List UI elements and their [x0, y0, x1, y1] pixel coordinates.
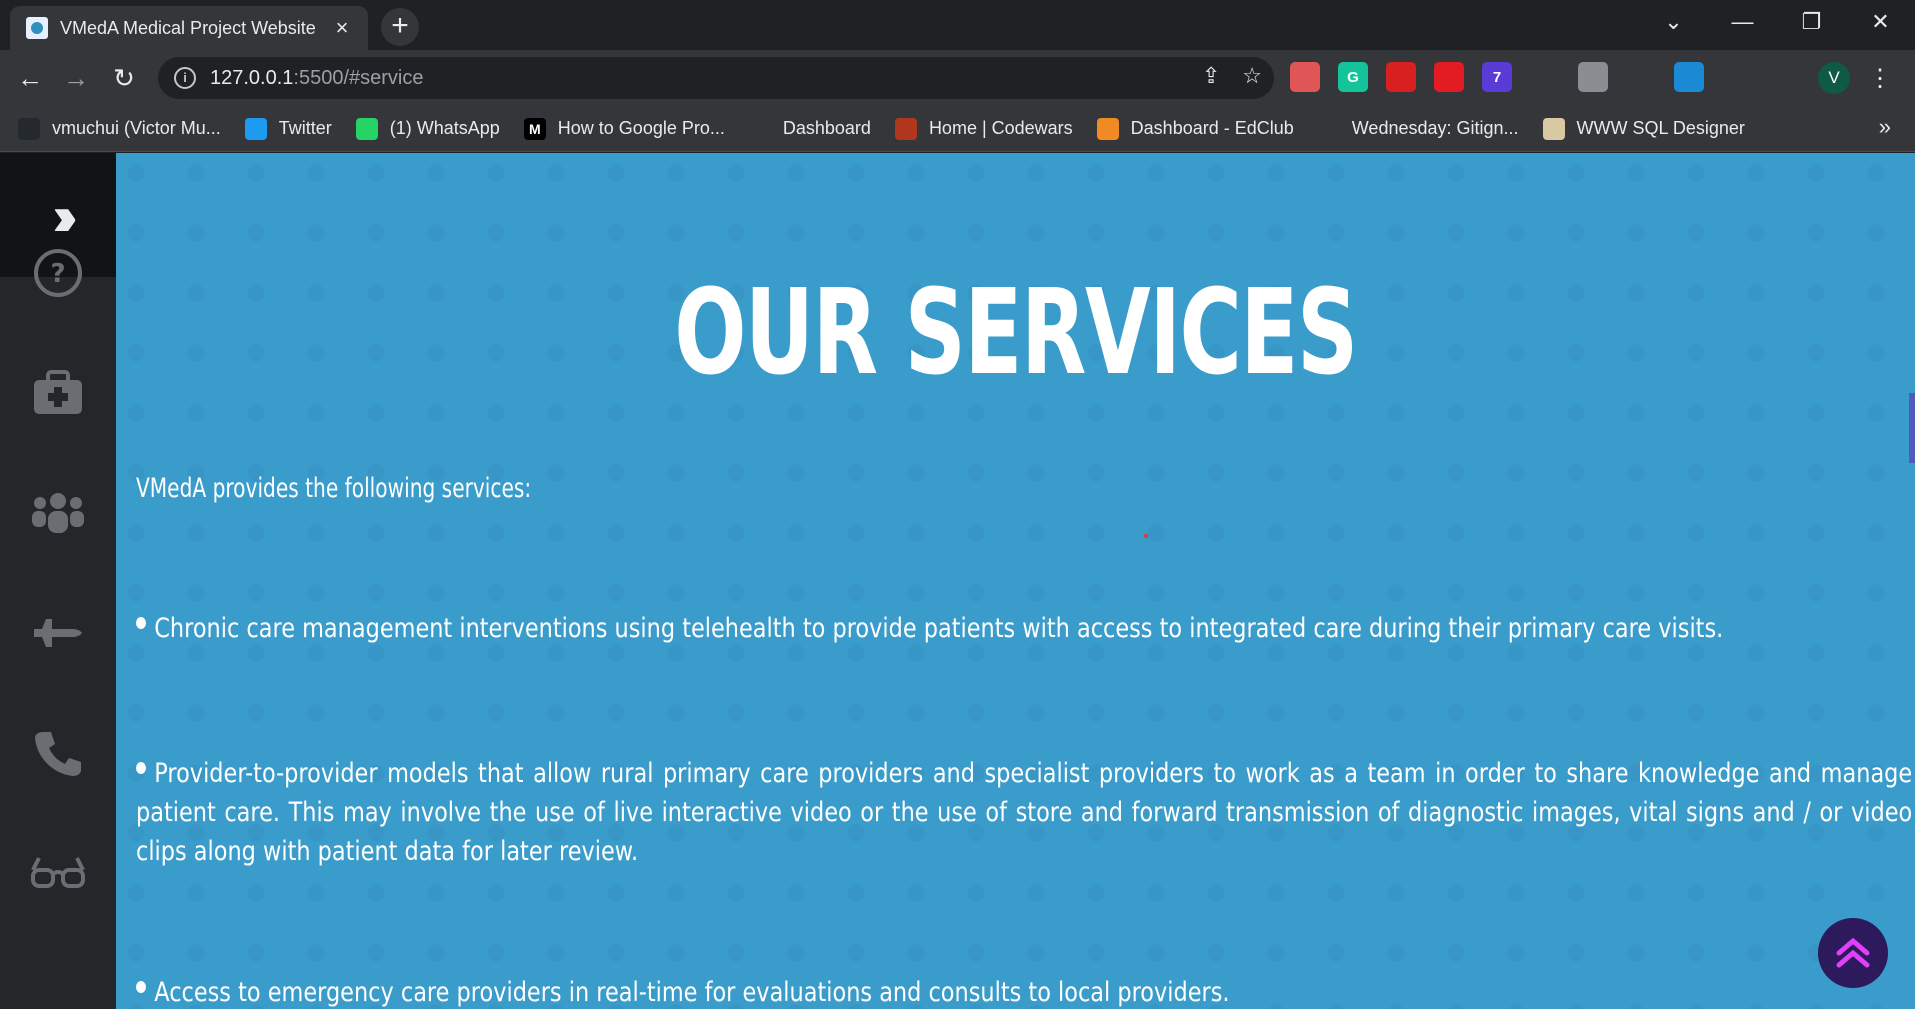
bookmark-label: WWW SQL Designer — [1576, 118, 1745, 138]
address-bar[interactable]: i 127.0.0.1:5500/#service ⇪ ☆ — [158, 57, 1274, 99]
bookmark-label: Dashboard — [782, 118, 871, 138]
bookmark-item[interactable]: M How to Google Pro... — [523, 117, 725, 140]
bookmark-label: Dashboard - EdClub — [1130, 118, 1294, 138]
service-item: Provider-to-provider models that allow r… — [136, 754, 1912, 871]
browser-tabstrip: VMedA Medical Project Website × + ⌄ — ❐ … — [0, 0, 1915, 50]
bookmark-item[interactable]: Home | Codewars — [894, 117, 1073, 140]
double-chevron-up-icon — [1836, 937, 1870, 968]
github-icon — [18, 117, 40, 140]
url-host: 127.0.0.1 — [210, 66, 294, 89]
service-text: Provider-to-provider models that allow r… — [136, 758, 1913, 867]
puzzle-icon[interactable] — [1722, 62, 1752, 92]
adblock-icon[interactable] — [1434, 62, 1464, 92]
tab-title: VMedA Medical Project Website — [60, 17, 316, 38]
restore-icon[interactable]: ❐ — [1777, 0, 1846, 44]
red-extension-icon[interactable] — [1386, 62, 1416, 92]
bullet-icon — [136, 762, 146, 774]
browser-menu-icon[interactable]: ⋮ — [1868, 64, 1892, 93]
sidepanel-icon[interactable] — [1770, 62, 1800, 92]
shield-extension-icon[interactable] — [1578, 62, 1608, 92]
bookmark-label: vmuchui (Victor Mu... — [52, 118, 221, 138]
medical-kit-icon[interactable] — [28, 363, 88, 423]
site-favicon-icon — [26, 17, 48, 39]
bookmark-item[interactable]: Wednesday: Gitign... — [1317, 117, 1519, 140]
grammarly-icon[interactable]: G — [1338, 62, 1368, 92]
share-icon[interactable]: ⇪ — [1202, 63, 1220, 89]
bookmark-item[interactable]: Dashboard — [748, 117, 871, 140]
palm-tree-icon — [1317, 117, 1340, 140]
more-bookmarks-icon[interactable]: » — [1879, 114, 1891, 140]
page-viewport: ›› ? OUR SERVICES VMedA provides the fol… — [0, 153, 1915, 1009]
glasses-icon[interactable] — [28, 843, 88, 903]
bookmark-label: Twitter — [278, 118, 332, 138]
bookmark-star-icon[interactable]: ☆ — [1242, 63, 1262, 89]
back-icon[interactable]: ← — [10, 58, 50, 98]
close-window-icon[interactable]: ✕ — [1846, 0, 1915, 44]
browser-tab[interactable]: VMedA Medical Project Website × — [10, 6, 368, 50]
service-text: Chronic care management interventions us… — [154, 613, 1724, 644]
sidebar: ›› ? — [0, 153, 118, 1009]
bookmark-label: How to Google Pro... — [557, 118, 725, 138]
twitter-icon — [244, 117, 267, 140]
bookmark-label: Wednesday: Gitign... — [1351, 118, 1519, 138]
bookmark-item[interactable]: Dashboard - EdClub — [1096, 117, 1294, 140]
bookmarks-bar: vmuchui (Victor Mu... Twitter (1) WhatsApp… — [0, 106, 1915, 152]
codewars-icon — [894, 117, 917, 140]
scroll-to-top-button[interactable] — [1818, 918, 1888, 988]
minimize-icon[interactable]: — — [1708, 0, 1777, 44]
video-extension-icon[interactable] — [1290, 62, 1320, 92]
edclub-icon — [1096, 117, 1119, 140]
scrollbar-thumb[interactable] — [1909, 393, 1915, 463]
bookmark-label: (1) WhatsApp — [389, 118, 500, 138]
plane-icon[interactable] — [28, 603, 88, 663]
page-title: OUR SERVICES — [674, 263, 1358, 401]
cursor-dot — [1144, 534, 1148, 538]
svg-text:?: ? — [50, 259, 65, 289]
forward-icon[interactable]: → — [56, 58, 96, 98]
services-section: OUR SERVICES VMedA provides the followin… — [116, 153, 1915, 1009]
url-path: :5500/#service — [293, 66, 424, 89]
bolt-extension-icon[interactable] — [1626, 62, 1656, 92]
service-text: Access to emergency care providers in re… — [154, 977, 1230, 1008]
bookmark-item[interactable]: Twitter — [244, 117, 332, 140]
users-icon[interactable] — [28, 483, 88, 543]
bookmark-item[interactable]: WWW SQL Designer — [1542, 117, 1745, 140]
medium-icon: M — [523, 117, 546, 140]
new-tab-button[interactable]: + — [381, 8, 419, 46]
bullet-icon — [136, 617, 146, 629]
bookmark-item[interactable]: vmuchui (Victor Mu... — [18, 117, 221, 140]
question-circle-icon[interactable]: ? — [28, 243, 88, 303]
services-intro: VMedA provides the following services: — [136, 473, 532, 504]
bookmark-item[interactable]: (1) WhatsApp — [355, 117, 500, 140]
sql-designer-icon — [1542, 117, 1565, 140]
service-item: Access to emergency care providers in re… — [136, 973, 1912, 1009]
badge-extension-icon[interactable]: 7 — [1482, 62, 1512, 92]
reload-icon[interactable]: ↻ — [104, 58, 144, 98]
service-item: Chronic care management interventions us… — [136, 609, 1912, 648]
bookmark-label: Home | Codewars — [928, 118, 1073, 138]
browser-toolbar: ← → ↻ i 127.0.0.1:5500/#service ⇪ ☆ G7 V… — [0, 50, 1915, 106]
cloud-extension-icon[interactable] — [1530, 62, 1560, 92]
window-extension-icon[interactable] — [1674, 62, 1704, 92]
window-controls: ⌄ — ❐ ✕ — [1639, 0, 1915, 44]
phone-icon[interactable] — [28, 723, 88, 783]
bullet-icon — [136, 981, 146, 993]
tab-search-icon[interactable]: ⌄ — [1639, 0, 1708, 44]
whatsapp-icon — [355, 117, 378, 140]
palm-tree-icon — [748, 117, 771, 140]
extensions-bar: G7 — [1290, 62, 1800, 92]
close-tab-icon[interactable]: × — [330, 15, 354, 41]
site-info-icon[interactable]: i — [174, 67, 196, 89]
profile-avatar[interactable]: V — [1818, 62, 1850, 94]
